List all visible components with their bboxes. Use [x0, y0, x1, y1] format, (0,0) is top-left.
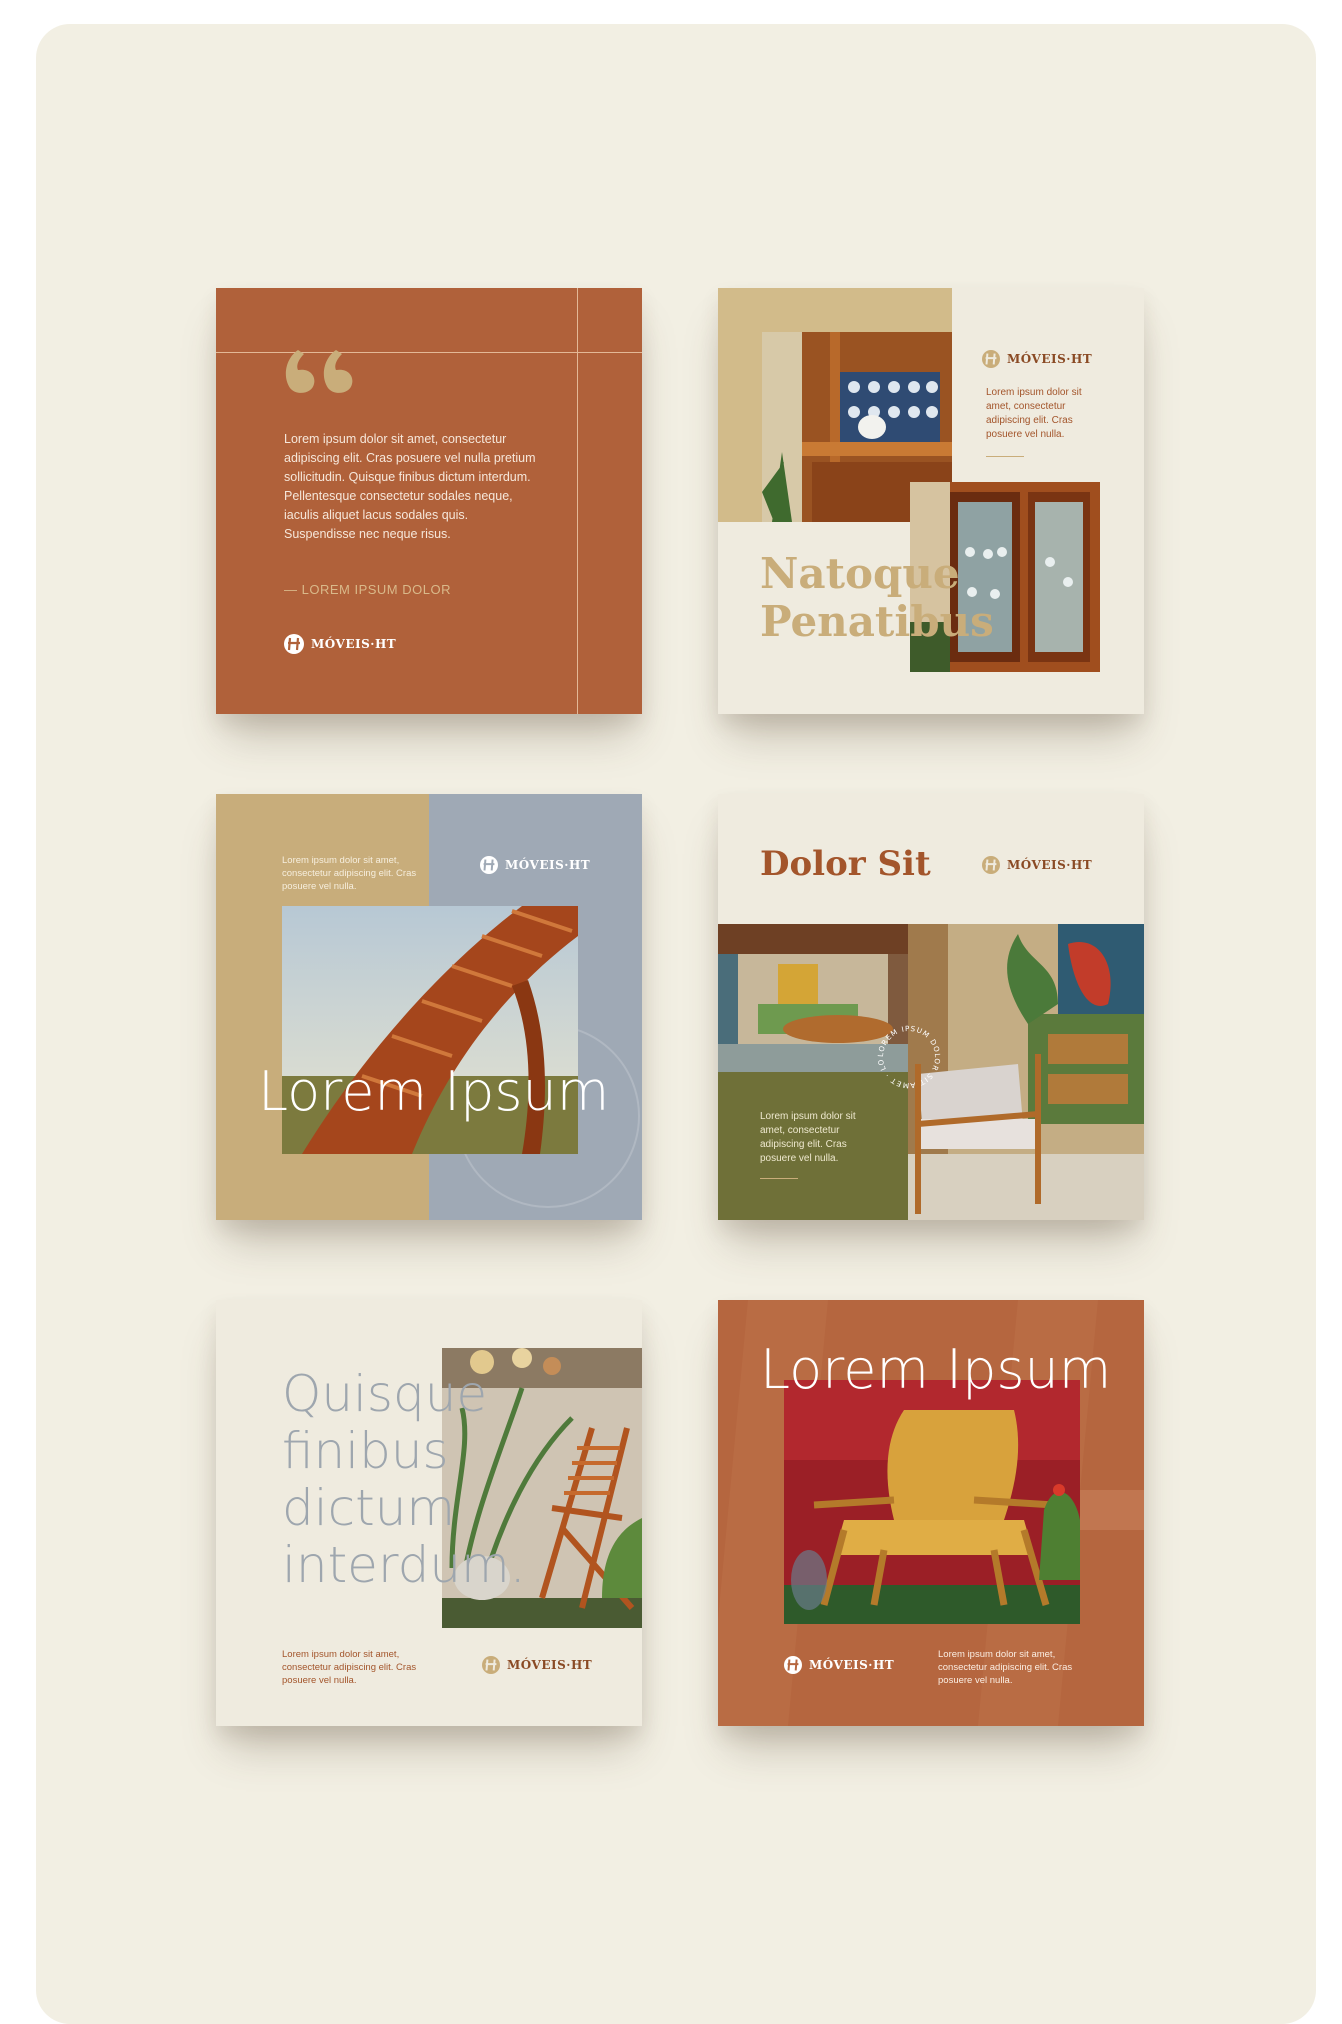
- brand-name: MÓVEIS·HT: [1007, 858, 1093, 872]
- brand-logo: MÓVEIS·HT: [982, 350, 1092, 368]
- card-title: Dolor Sit: [760, 844, 931, 884]
- brand-logo: MÓVEIS·HT: [284, 634, 396, 654]
- lorem-ipsum-chair-card: Lorem ipsum dolor sit amet, consectetur …: [216, 794, 642, 1220]
- card-text: Lorem ipsum dolor sit amet, consectetur …: [760, 1111, 856, 1164]
- brand-logo: MÓVEIS·HT: [482, 1656, 592, 1674]
- card-title-line: Natoque: [760, 549, 960, 598]
- card-title: Natoque Penatibus: [760, 550, 994, 646]
- quote-body: Lorem ipsum dolor sit amet, consectetur …: [284, 432, 536, 541]
- dolor-sit-card: Dolor Sit MÓVEIS·HT Lorem ipsum dolor si…: [718, 794, 1144, 1220]
- brand-logo-icon: [482, 1656, 500, 1674]
- brand-name: MÓVEIS·HT: [311, 637, 397, 651]
- brand-logo-icon: [982, 350, 1000, 368]
- quote-card: Lorem ipsum dolor sit amet, consectetur …: [216, 288, 642, 714]
- card-text: Lorem ipsum dolor sit amet, consectetur …: [282, 855, 417, 892]
- natoque-card: MÓVEIS·HT Lorem ipsum dolor sit amet, co…: [718, 288, 1144, 714]
- brand-logo-icon: [480, 856, 498, 874]
- quote-icon: [284, 338, 358, 399]
- card-title: Lorem Ipsum: [258, 1060, 610, 1123]
- divider-line: [577, 288, 578, 714]
- card-title-line: finibus: [282, 1422, 449, 1480]
- wooden-armchair-photo: [784, 1380, 1080, 1624]
- brand-logo: MÓVEIS·HT: [480, 856, 590, 874]
- lorem-ipsum-armchair-card: Lorem Ipsum MÓVEIS·HT Lorem ipsum dolor …: [718, 1300, 1144, 1726]
- brand-logo: MÓVEIS·HT: [982, 856, 1092, 874]
- card-title: Lorem Ipsum: [760, 1338, 1112, 1401]
- short-rule: [760, 1178, 798, 1179]
- card-title-line: Penatibus: [760, 597, 994, 646]
- circle-badge: LOREM IPSUM DOLOR SIT AMET · LOREM IPSUM…: [870, 1015, 944, 1092]
- svg-text:LOREM IPSUM DOLOR SIT AMET · L: LOREM IPSUM DOLOR SIT AMET · LOREM IPSUM…: [874, 1022, 942, 1090]
- brand-name: MÓVEIS·HT: [505, 858, 591, 872]
- card-text: Lorem ipsum dolor sit amet, consectetur …: [986, 387, 1082, 440]
- brand-name: MÓVEIS·HT: [507, 1658, 593, 1672]
- quote-attribution: — LOREM IPSUM DOLOR: [284, 582, 451, 597]
- quisque-card: Quisque finibus dictum interdum. Lorem i…: [216, 1300, 642, 1726]
- card-text: Lorem ipsum dolor sit amet, consectetur …: [282, 1649, 417, 1686]
- card-text: Lorem ipsum dolor sit amet, consectetur …: [938, 1649, 1073, 1686]
- card-title-line: dictum: [282, 1479, 456, 1537]
- circle-badge-text: LOREM IPSUM DOLOR SIT AMET · LOREM IPSUM…: [870, 1015, 941, 1090]
- card-title-line: interdum.: [282, 1536, 526, 1594]
- card-title-line: Quisque: [282, 1365, 488, 1423]
- brand-logo-icon: [784, 1656, 802, 1674]
- brand-name: MÓVEIS·HT: [1007, 352, 1093, 366]
- brand-logo-icon: [982, 856, 1000, 874]
- brand-name: MÓVEIS·HT: [809, 1658, 895, 1672]
- brand-logo-icon: [284, 634, 304, 654]
- short-rule: [986, 456, 1024, 457]
- brand-logo: MÓVEIS·HT: [784, 1656, 894, 1674]
- card-title: Quisque finibus dictum interdum.: [282, 1366, 526, 1594]
- divider-line: [216, 352, 642, 353]
